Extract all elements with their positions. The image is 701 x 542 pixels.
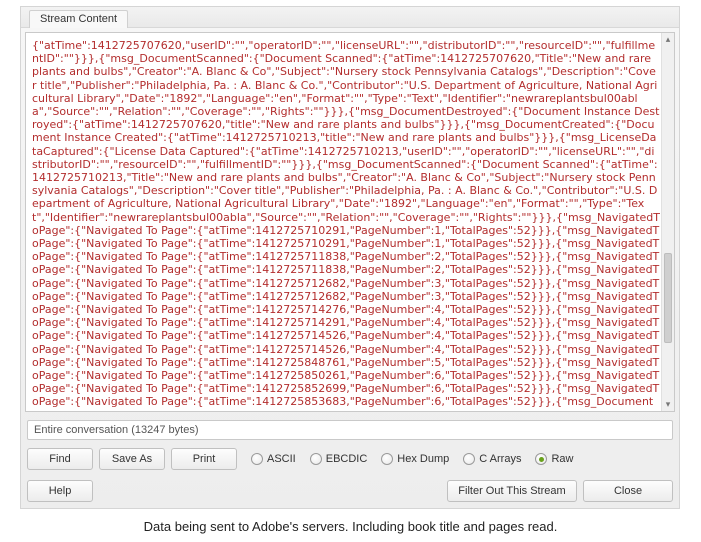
footer-bar: Help Filter Out This Stream Close bbox=[21, 476, 679, 508]
status-row bbox=[21, 416, 679, 444]
radio-c-arrays[interactable]: C Arrays bbox=[463, 453, 521, 465]
dialog-window: Stream Content {"atTime":1412725707620,"… bbox=[20, 6, 680, 509]
print-button[interactable]: Print bbox=[171, 448, 237, 470]
figure-caption: Data being sent to Adobe's servers. Incl… bbox=[0, 509, 701, 542]
scroll-thumb[interactable] bbox=[664, 253, 672, 343]
radio-hex-dump[interactable]: Hex Dump bbox=[381, 453, 449, 465]
radio-dot-icon bbox=[310, 453, 322, 465]
radio-label: EBCDIC bbox=[326, 453, 368, 465]
save-as-button[interactable]: Save As bbox=[99, 448, 165, 470]
scroll-down-button[interactable]: ▾ bbox=[662, 398, 674, 411]
radio-dot-icon bbox=[463, 453, 475, 465]
radio-label: Hex Dump bbox=[397, 453, 449, 465]
scroll-up-button[interactable]: ▴ bbox=[662, 33, 674, 46]
content-panel: {"atTime":1412725707620,"userID":"","ope… bbox=[25, 32, 675, 412]
tab-bar: Stream Content bbox=[21, 7, 679, 28]
radio-ascii[interactable]: ASCII bbox=[251, 453, 296, 465]
stream-content-text[interactable]: {"atTime":1412725707620,"userID":"","ope… bbox=[26, 33, 674, 411]
radio-dot-icon bbox=[251, 453, 263, 465]
radio-label: ASCII bbox=[267, 453, 296, 465]
radio-dot-icon bbox=[535, 453, 547, 465]
conversation-size-field[interactable] bbox=[27, 420, 673, 440]
radio-ebcdic[interactable]: EBCDIC bbox=[310, 453, 368, 465]
close-button[interactable]: Close bbox=[583, 480, 673, 502]
scrollbar[interactable]: ▴ ▾ bbox=[661, 33, 674, 411]
help-button[interactable]: Help bbox=[27, 480, 93, 502]
radio-label: C Arrays bbox=[479, 453, 521, 465]
find-button[interactable]: Find bbox=[27, 448, 93, 470]
tab-stream-content[interactable]: Stream Content bbox=[29, 10, 128, 28]
filter-out-stream-button[interactable]: Filter Out This Stream bbox=[447, 480, 577, 502]
toolbar: Find Save As Print ASCII EBCDIC Hex Dump bbox=[21, 444, 679, 476]
encoding-radio-group: ASCII EBCDIC Hex Dump C Arrays Raw bbox=[243, 453, 673, 465]
radio-label: Raw bbox=[551, 453, 573, 465]
radio-raw[interactable]: Raw bbox=[535, 453, 573, 465]
radio-dot-icon bbox=[381, 453, 393, 465]
